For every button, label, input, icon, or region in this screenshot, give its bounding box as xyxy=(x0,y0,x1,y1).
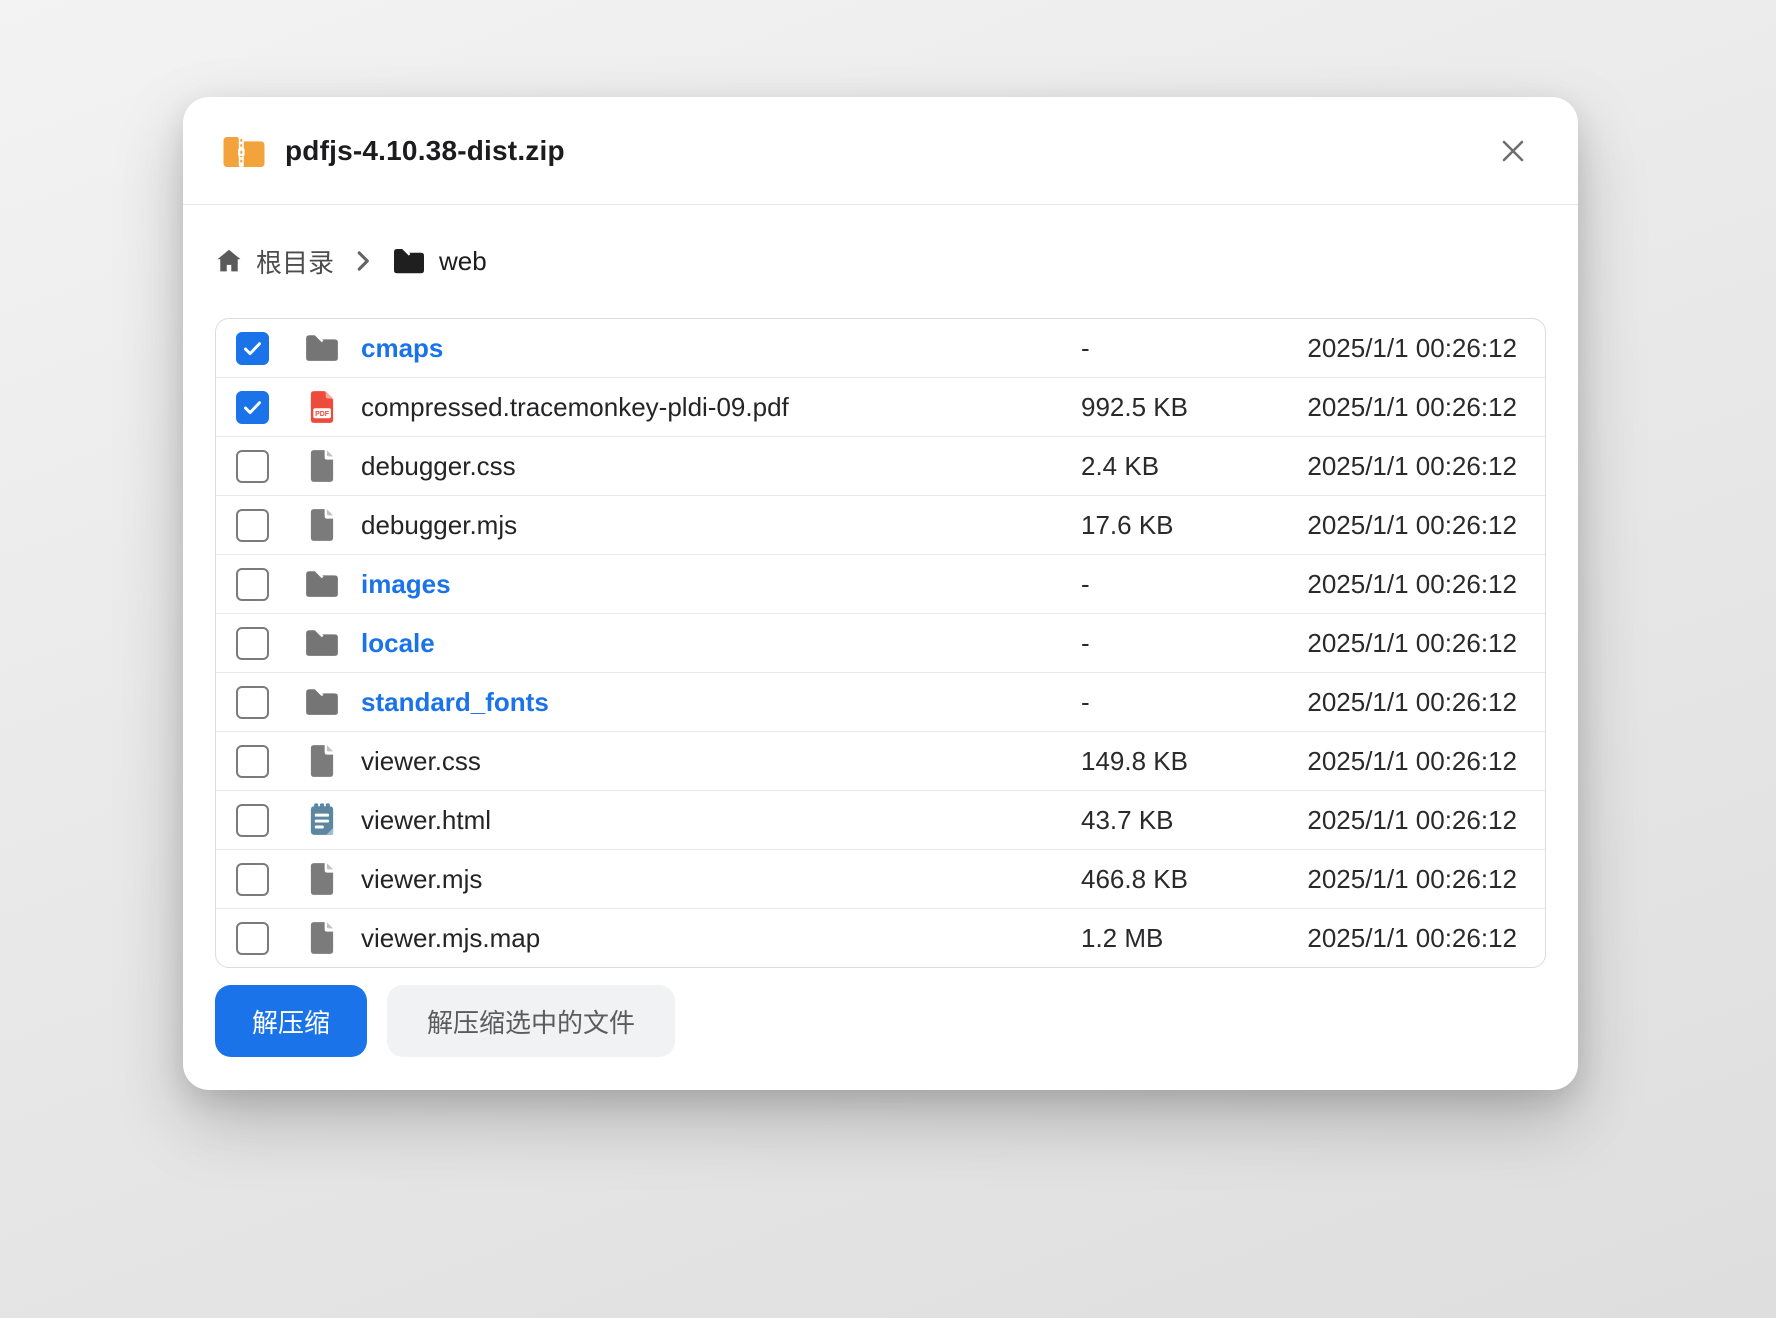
file-modified: 2025/1/1 00:26:12 xyxy=(1307,510,1517,541)
file-name: viewer.mjs xyxy=(361,864,482,895)
file-size: 43.7 KB xyxy=(1081,805,1174,836)
file-name: compressed.tracemonkey-pldi-09.pdf xyxy=(361,392,789,423)
row-checkbox[interactable] xyxy=(236,332,269,365)
home-icon xyxy=(215,247,243,275)
breadcrumb: 根目录 web xyxy=(215,239,1546,283)
pdf-badge-label: PDF xyxy=(315,411,329,418)
file-size: 2.4 KB xyxy=(1081,451,1159,482)
table-row: debugger.mjs 17.6 KB 2025/1/1 00:26:12 xyxy=(216,495,1545,554)
extract-selected-button[interactable]: 解压缩选中的文件 xyxy=(387,985,675,1057)
dialog-header: pdfjs-4.10.38-dist.zip xyxy=(183,97,1578,205)
row-checkbox[interactable] xyxy=(236,922,269,955)
table-row: viewer.css 149.8 KB 2025/1/1 00:26:12 xyxy=(216,731,1545,790)
folder-name-link[interactable]: locale xyxy=(361,628,435,659)
folder-icon xyxy=(304,625,340,661)
row-checkbox[interactable] xyxy=(236,509,269,542)
file-modified: 2025/1/1 00:26:12 xyxy=(1307,687,1517,718)
table-row: viewer.mjs.map 1.2 MB 2025/1/1 00:26:12 xyxy=(216,908,1545,967)
row-checkbox[interactable] xyxy=(236,804,269,837)
file-size: - xyxy=(1081,569,1090,600)
zip-viewer-dialog: pdfjs-4.10.38-dist.zip 根目录 web xyxy=(183,97,1578,1090)
close-icon[interactable] xyxy=(1492,130,1534,172)
breadcrumb-current[interactable]: web xyxy=(392,246,487,277)
file-modified: 2025/1/1 00:26:12 xyxy=(1307,333,1517,364)
dialog-footer: 解压缩 解压缩选中的文件 xyxy=(183,985,1578,1057)
table-row: PDF compressed.tracemonkey-pldi-09.pdf 9… xyxy=(216,377,1545,436)
table-row: images - 2025/1/1 00:26:12 xyxy=(216,554,1545,613)
folder-icon xyxy=(304,566,340,602)
file-modified: 2025/1/1 00:26:12 xyxy=(1307,569,1517,600)
file-size: - xyxy=(1081,628,1090,659)
file-icon xyxy=(304,920,340,956)
row-checkbox[interactable] xyxy=(236,745,269,778)
file-icon xyxy=(304,507,340,543)
table-row: cmaps - 2025/1/1 00:26:12 xyxy=(216,319,1545,377)
table-row: viewer.html 43.7 KB 2025/1/1 00:26:12 xyxy=(216,790,1545,849)
file-modified: 2025/1/1 00:26:12 xyxy=(1307,864,1517,895)
breadcrumb-root-label: 根目录 xyxy=(256,243,334,280)
row-checkbox[interactable] xyxy=(236,568,269,601)
file-modified: 2025/1/1 00:26:12 xyxy=(1307,451,1517,482)
breadcrumb-root[interactable]: 根目录 xyxy=(215,243,334,280)
folder-icon xyxy=(304,330,340,366)
folder-name-link[interactable]: images xyxy=(361,569,451,600)
file-name: viewer.css xyxy=(361,746,481,777)
table-row: locale - 2025/1/1 00:26:12 xyxy=(216,613,1545,672)
table-row: viewer.mjs 466.8 KB 2025/1/1 00:26:12 xyxy=(216,849,1545,908)
row-checkbox[interactable] xyxy=(236,863,269,896)
breadcrumb-current-label: web xyxy=(439,246,487,277)
folder-icon xyxy=(392,247,426,275)
folder-name-link[interactable]: standard_fonts xyxy=(361,687,549,718)
extract-all-button[interactable]: 解压缩 xyxy=(215,985,367,1057)
folder-name-link[interactable]: cmaps xyxy=(361,333,443,364)
file-size: 149.8 KB xyxy=(1081,746,1188,777)
file-size: - xyxy=(1081,333,1090,364)
file-name: viewer.mjs.map xyxy=(361,923,540,954)
pdf-file-icon: PDF xyxy=(304,389,340,425)
table-row: standard_fonts - 2025/1/1 00:26:12 xyxy=(216,672,1545,731)
dialog-title: pdfjs-4.10.38-dist.zip xyxy=(285,135,565,167)
file-icon xyxy=(304,448,340,484)
file-modified: 2025/1/1 00:26:12 xyxy=(1307,392,1517,423)
folder-icon xyxy=(304,684,340,720)
zip-archive-icon xyxy=(221,132,265,170)
file-size: 17.6 KB xyxy=(1081,510,1174,541)
file-name: debugger.css xyxy=(361,451,516,482)
file-modified: 2025/1/1 00:26:12 xyxy=(1307,923,1517,954)
file-icon xyxy=(304,743,340,779)
file-size: - xyxy=(1081,687,1090,718)
file-name: viewer.html xyxy=(361,805,491,836)
file-size: 992.5 KB xyxy=(1081,392,1188,423)
file-table: cmaps - 2025/1/1 00:26:12 PDF compressed… xyxy=(215,318,1546,968)
html-file-icon xyxy=(304,802,340,838)
row-checkbox[interactable] xyxy=(236,391,269,424)
row-checkbox[interactable] xyxy=(236,686,269,719)
table-row: debugger.css 2.4 KB 2025/1/1 00:26:12 xyxy=(216,436,1545,495)
file-size: 1.2 MB xyxy=(1081,923,1163,954)
file-icon xyxy=(304,861,340,897)
file-modified: 2025/1/1 00:26:12 xyxy=(1307,746,1517,777)
chevron-right-icon xyxy=(350,248,376,274)
row-checkbox[interactable] xyxy=(236,450,269,483)
file-size: 466.8 KB xyxy=(1081,864,1188,895)
file-modified: 2025/1/1 00:26:12 xyxy=(1307,805,1517,836)
file-modified: 2025/1/1 00:26:12 xyxy=(1307,628,1517,659)
row-checkbox[interactable] xyxy=(236,627,269,660)
file-name: debugger.mjs xyxy=(361,510,517,541)
